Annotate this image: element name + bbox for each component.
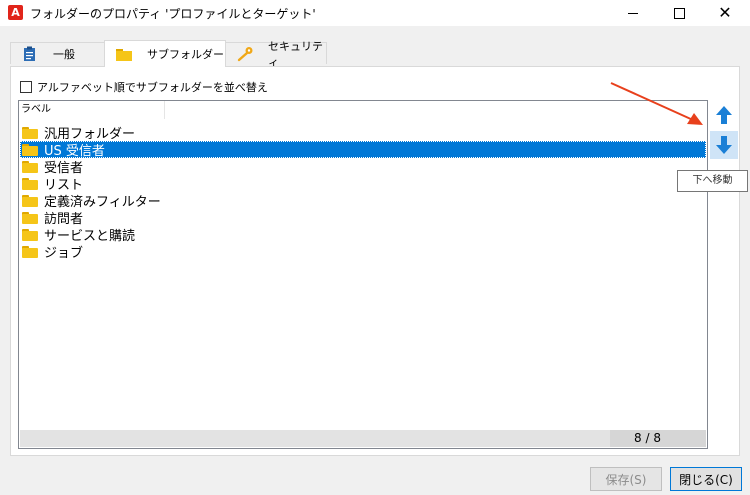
folder-icon [115,46,133,62]
folder-icon [22,143,38,156]
tab-label: サブフォルダー [147,48,224,61]
move-up-button[interactable] [710,101,738,129]
window-title: フォルダーのプロパティ 'プロファイルとターゲット' [30,7,316,21]
list-item-label: ジョブ [44,246,84,261]
maximize-icon [673,7,685,19]
list-item[interactable]: 定義済みフィルター [20,192,706,210]
annotation-arrow-icon [610,82,703,125]
close-icon: ✕ [718,3,732,22]
folder-icon [22,160,38,173]
clipboard-icon [21,46,39,62]
arrow-down-icon [716,136,732,154]
folder-icon [22,211,38,224]
subfolder-list[interactable]: ラベル 汎用フォルダー US 受信者 受信者 リスト 定義済みフィルター 訪問者… [18,100,708,449]
sort-alphabetical-option[interactable]: アルファベット順でサブフォルダーを並べ替え [20,79,268,95]
move-down-button[interactable] [710,131,738,159]
list-item[interactable]: ジョブ [20,243,706,261]
title-bar: A フォルダーのプロパティ 'プロファイルとターゲット' ✕ [0,0,750,26]
tab-security[interactable]: セキュリティ [225,40,327,69]
list-status-bar: 8 / 8 [20,430,706,447]
list-item[interactable]: 訪問者 [20,209,706,227]
close-button[interactable]: 閉じる(C) [670,467,742,491]
list-item[interactable]: リスト [20,175,706,193]
minimize-icon [628,12,638,14]
save-button[interactable]: 保存(S) [590,467,662,491]
sort-alphabetical-label: アルファベット順でサブフォルダーを並べ替え [37,81,268,94]
list-item-selected[interactable]: US 受信者 [20,141,706,159]
arrow-up-icon [716,106,732,124]
move-down-tooltip: 下へ移動 [677,170,748,192]
list-item[interactable]: 汎用フォルダー [20,124,706,142]
folder-icon [22,194,38,207]
folder-icon [22,245,38,258]
maximize-button[interactable] [656,0,702,26]
folder-icon [22,126,38,139]
app-logo-icon: A [8,5,23,20]
key-icon [236,46,254,62]
minimize-button[interactable] [610,0,656,26]
tab-label: セキュリティ [268,39,323,69]
close-window-button[interactable]: ✕ [702,0,748,26]
folder-icon [22,228,38,241]
tab-subfolders[interactable]: サブフォルダー [104,40,226,67]
column-header-label[interactable]: ラベル [19,101,165,119]
tab-general[interactable]: 一般 [10,42,105,64]
folder-icon [22,177,38,190]
sort-alphabetical-checkbox[interactable] [20,81,32,93]
tab-label: 一般 [53,47,75,61]
list-item[interactable]: 受信者 [20,158,706,176]
list-item[interactable]: サービスと購読 [20,226,706,244]
item-counter: 8 / 8 [610,430,706,447]
